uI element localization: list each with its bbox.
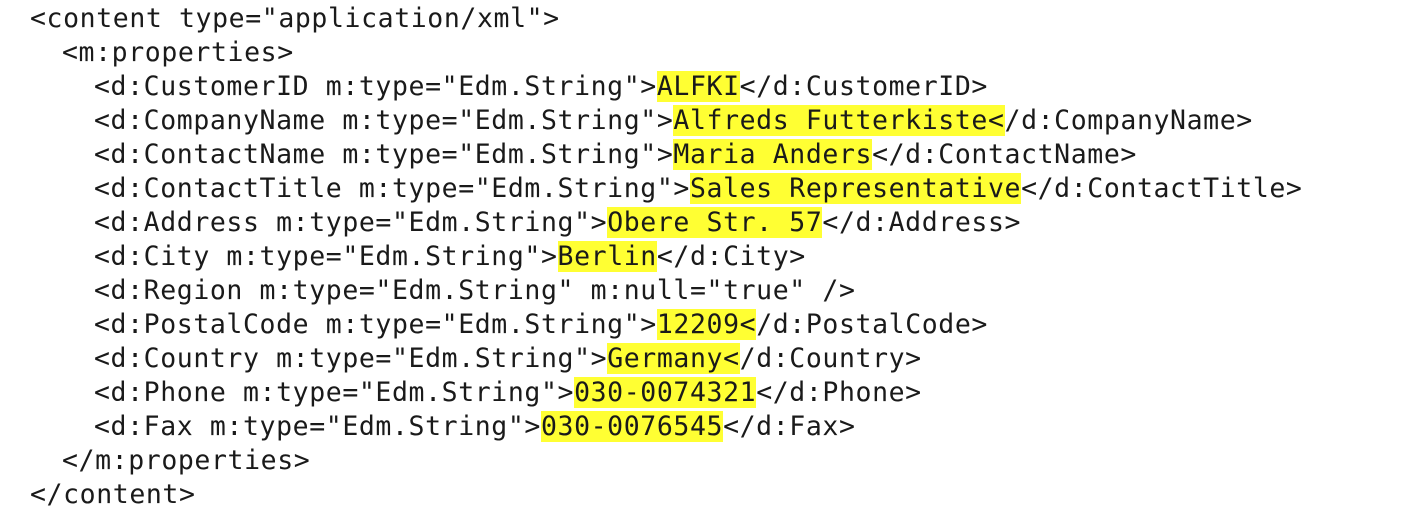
field-close-tag: </d:Address> (822, 207, 1022, 238)
field-value: Sales Representative (689, 173, 1022, 204)
field-close-tag: /d:CompanyName> (1004, 105, 1253, 136)
field-line-fax: <d:Fax m:type="Edm.String">030-0076545</… (30, 410, 1303, 444)
field-highlight-suffix: < (723, 343, 740, 374)
field-open-tag: <d:Phone m:type="Edm.String"> (94, 377, 575, 408)
field-value: Maria Anders (673, 139, 873, 170)
content-close-line: </content> (30, 479, 196, 510)
field-open-tag: <d:City m:type="Edm.String"> (94, 241, 558, 272)
field-line-phone: <d:Phone m:type="Edm.String">030-0074321… (30, 376, 1303, 410)
field-close-tag: </d:CustomerID> (739, 71, 988, 102)
properties-close-line: </m:properties> (62, 445, 311, 476)
field-value-highlight: 12209< (656, 309, 757, 340)
field-line-postal-code: <d:PostalCode m:type="Edm.String">12209<… (30, 308, 1303, 342)
field-line-contact-name: <d:ContactName m:type="Edm.String">Maria… (30, 138, 1303, 172)
field-open-tag: <d:ContactTitle m:type="Edm.String"> (94, 173, 690, 204)
field-line-customer-id: <d:CustomerID m:type="Edm.String">ALFKI<… (30, 70, 1303, 104)
field-value: Berlin (557, 241, 657, 272)
field-value-highlight: Germany< (607, 343, 740, 374)
field-open-tag: <d:Region m:type="Edm.String" m:null="tr… (94, 275, 856, 306)
field-value: 030-0074321 (574, 377, 757, 408)
field-highlight-suffix: < (987, 105, 1005, 136)
field-open-tag: <d:Fax m:type="Edm.String"> (94, 411, 541, 442)
field-line-company-name: <d:CompanyName m:type="Edm.String">Alfre… (30, 104, 1303, 138)
field-open-tag: <d:CompanyName m:type="Edm.String"> (94, 105, 674, 136)
field-close-tag: </d:ContactName> (872, 139, 1137, 170)
field-value-highlight: Alfreds Futterkiste< (673, 105, 1005, 136)
content-open-line: <content type="application/xml"> (30, 3, 560, 34)
field-open-tag: <d:CustomerID m:type="Edm.String"> (94, 71, 657, 102)
field-close-tag: </d:Fax> (723, 411, 856, 442)
field-value-highlight: Berlin (557, 241, 657, 272)
field-line-region: <d:Region m:type="Edm.String" m:null="tr… (30, 274, 1303, 308)
field-open-tag: <d:Country m:type="Edm.String"> (94, 343, 608, 374)
field-close-tag: </d:ContactTitle> (1021, 173, 1303, 204)
field-value-highlight: Obere Str. 57 (607, 207, 823, 238)
field-line-contact-title: <d:ContactTitle m:type="Edm.String">Sale… (30, 172, 1303, 206)
field-value-highlight: 030-0076545 (540, 411, 724, 442)
field-line-country: <d:Country m:type="Edm.String">Germany</… (30, 342, 1303, 376)
field-line-city: <d:City m:type="Edm.String">Berlin</d:Ci… (30, 240, 1303, 274)
field-value: ALFKI (656, 71, 740, 102)
field-close-tag: </d:City> (656, 241, 806, 272)
field-close-tag: /d:PostalCode> (756, 309, 988, 340)
field-value-highlight: Sales Representative (689, 173, 1022, 204)
field-value: 12209 (656, 309, 740, 340)
field-value-highlight: ALFKI (656, 71, 740, 102)
field-open-tag: <d:Address m:type="Edm.String"> (94, 207, 608, 238)
field-value-highlight: Maria Anders (673, 139, 873, 170)
field-value: Obere Str. 57 (607, 207, 823, 238)
field-line-address: <d:Address m:type="Edm.String">Obere Str… (30, 206, 1303, 240)
field-value-highlight: 030-0074321 (574, 377, 757, 408)
field-value: 030-0076545 (540, 411, 724, 442)
properties-open-line: <m:properties> (62, 37, 294, 68)
xml-code-block: <content type="application/xml"> <m:prop… (30, 2, 1303, 512)
field-open-tag: <d:PostalCode m:type="Edm.String"> (94, 309, 657, 340)
field-value: Alfreds Futterkiste (673, 105, 988, 136)
field-close-tag: </d:Phone> (756, 377, 922, 408)
field-open-tag: <d:ContactName m:type="Edm.String"> (94, 139, 674, 170)
field-value: Germany (607, 343, 724, 374)
field-highlight-suffix: < (739, 309, 757, 340)
field-close-tag: /d:Country> (739, 343, 922, 374)
